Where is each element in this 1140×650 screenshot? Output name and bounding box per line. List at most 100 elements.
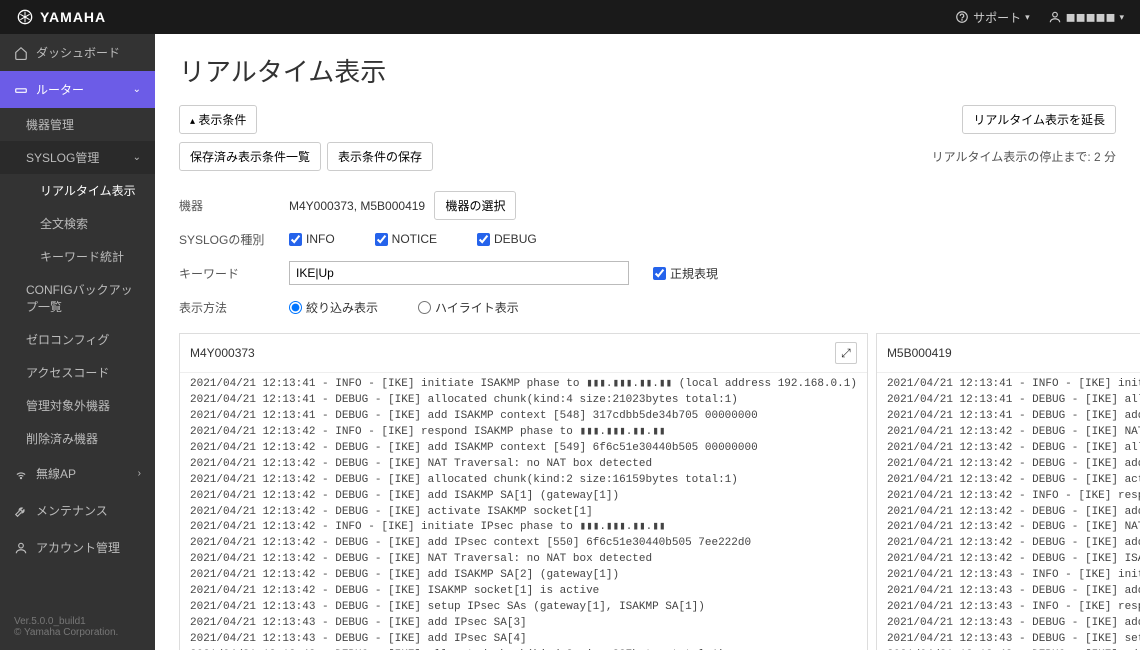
router-icon [14,83,28,97]
nav-wireless[interactable]: 無線AP › [0,455,155,492]
log-line: 2021/04/21 12:13:42 - DEBUG - [IKE] allo… [190,473,857,489]
log-line: 2021/04/21 12:13:42 - DEBUG - [IKE] ISAK… [887,552,1140,568]
log-body-left[interactable]: 2021/04/21 12:13:41 - INFO - [IKE] initi… [180,373,867,650]
support-menu[interactable]: サポート ▾ [955,9,1030,26]
log-line: 2021/04/21 12:13:41 - DEBUG - [IKE] add … [190,409,857,425]
nav-device-mgmt[interactable]: 機器管理 [0,108,155,141]
log-line: 2021/04/21 12:13:41 - DEBUG - [IKE] allo… [887,393,1140,409]
display-highlight-radio[interactable]: ハイライト表示 [418,299,519,316]
expand-icon: ⤢ [841,346,851,361]
copyright-text: © Yamaha Corporation. [14,627,141,638]
log-line: 2021/04/21 12:13:41 - DEBUG - [IKE] allo… [190,393,857,409]
log-line: 2021/04/21 12:13:42 - INFO - [IKE] respo… [190,425,857,441]
chevron-right-icon: › [138,468,141,479]
wrench-icon [14,504,28,518]
username: ◼◼◼◼◼ [1066,10,1116,24]
user-icon [1048,10,1062,24]
home-icon [14,46,28,60]
save-conditions-button[interactable]: 表示条件の保存 [327,142,433,171]
sidebar: ダッシュボード ルーター ⌄ 機器管理 SYSLOG管理 ⌄ リアルタイム表示 … [0,34,155,650]
log-line: 2021/04/21 12:13:43 - DEBUG - [IKE] setu… [190,600,857,616]
saved-conditions-button[interactable]: 保存済み表示条件一覧 [179,142,321,171]
log-line: 2021/04/21 12:13:42 - DEBUG - [IKE] NAT … [190,457,857,473]
device-label: 機器 [179,197,289,214]
nav-maintenance-label: メンテナンス [36,502,108,519]
extend-realtime-button[interactable]: リアルタイム表示を延長 [962,105,1116,134]
log-panel-left: M4Y000373 ⤢ 2021/04/21 12:13:41 - INFO -… [179,333,868,650]
version-text: Ver.5.0.0_build1 [14,616,141,627]
chevron-down-icon: ⌄ [133,152,141,163]
keyword-input[interactable] [289,261,629,285]
nav-keyword-stat[interactable]: キーワード統計 [0,240,155,273]
log-line: 2021/04/21 12:13:43 - DEBUG - [IKE] add … [190,632,857,648]
wifi-icon [14,467,28,481]
log-line: 2021/04/21 12:13:41 - DEBUG - [IKE] add … [887,409,1140,425]
support-label: サポート [973,9,1021,26]
regex-checkbox[interactable]: 正規表現 [653,265,718,282]
log-line: 2021/04/21 12:13:42 - DEBUG - [IKE] add … [190,536,857,552]
expand-panel-button[interactable]: ⤢ [835,342,857,364]
log-line: 2021/04/21 12:13:42 - INFO - [IKE] respo… [887,489,1140,505]
level-debug-checkbox[interactable]: DEBUG [477,232,537,246]
log-line: 2021/04/21 12:13:41 - INFO - [IKE] initi… [887,377,1140,393]
level-notice-checkbox[interactable]: NOTICE [375,232,437,246]
keyword-label: キーワード [179,265,289,282]
log-line: 2021/04/21 12:13:42 - DEBUG - [IKE] NAT … [190,552,857,568]
device-value: M4Y000373, M5B000419 [289,199,425,213]
brand: YAMAHA [16,9,106,25]
nav-syslog[interactable]: SYSLOG管理 ⌄ [0,141,155,174]
log-line: 2021/04/21 12:13:43 - DEBUG - [IKE] setu… [887,632,1140,648]
log-line: 2021/04/21 12:13:42 - DEBUG - [IKE] add … [190,441,857,457]
page-title: リアルタイム表示 [179,52,1116,89]
chevron-up-icon: ▴ [190,116,195,127]
log-line: 2021/04/21 12:13:42 - DEBUG - [IKE] add … [190,568,857,584]
log-line: 2021/04/21 12:13:42 - DEBUG - [IKE] add … [887,505,1140,521]
yamaha-logo-icon [16,9,34,25]
main-content: リアルタイム表示 ▴ 表示条件 リアルタイム表示を延長 保存済み表示条件一覧 表… [155,34,1140,650]
sidebar-footer: Ver.5.0.0_build1 © Yamaha Corporation. [0,604,155,650]
stop-countdown-text: リアルタイム表示の停止まで: 2 分 [932,148,1116,165]
nav-account-label: アカウント管理 [36,539,120,556]
log-line: 2021/04/21 12:13:42 - DEBUG - [IKE] acti… [190,505,857,521]
log-panel-right-title: M5B000419 [887,346,952,360]
syslog-level-label: SYSLOGの種別 [179,231,289,248]
log-line: 2021/04/21 12:13:43 - DEBUG - [IKE] add … [190,616,857,632]
nav-deleted[interactable]: 削除済み機器 [0,422,155,455]
log-line: 2021/04/21 12:13:42 - INFO - [IKE] initi… [190,520,857,536]
nav-excluded[interactable]: 管理対象外機器 [0,389,155,422]
log-line: 2021/04/21 12:13:43 - INFO - [IKE] initi… [887,568,1140,584]
toggle-conditions-button[interactable]: ▴ 表示条件 [179,105,257,134]
nav-realtime[interactable]: リアルタイム表示 [0,174,155,207]
nav-account[interactable]: アカウント管理 [0,529,155,566]
nav-maintenance[interactable]: メンテナンス [0,492,155,529]
log-body-right[interactable]: 2021/04/21 12:13:41 - INFO - [IKE] initi… [877,373,1140,650]
topbar: YAMAHA サポート ▾ ◼◼◼◼◼ ▾ [0,0,1140,34]
nav-config-backup[interactable]: CONFIGバックアップ一覧 [0,273,155,323]
chevron-down-icon: ▾ [1119,12,1124,23]
nav-router-label: ルーター [36,81,84,98]
display-filter-radio[interactable]: 絞り込み表示 [289,299,378,316]
log-line: 2021/04/21 12:13:42 - DEBUG - [IKE] ISAK… [190,584,857,600]
user-icon [14,541,28,555]
log-line: 2021/04/21 12:13:43 - INFO - [IKE] respo… [887,600,1140,616]
select-device-button[interactable]: 機器の選択 [434,191,516,220]
brand-text: YAMAHA [40,9,106,25]
log-line: 2021/04/21 12:13:42 - DEBUG - [IKE] add … [190,489,857,505]
help-icon [955,10,969,24]
toggle-conditions-label: 表示条件 [198,113,246,127]
user-menu[interactable]: ◼◼◼◼◼ ▾ [1048,10,1124,24]
nav-accesscode[interactable]: アクセスコード [0,356,155,389]
chevron-down-icon: ⌄ [133,84,141,95]
nav-router[interactable]: ルーター ⌄ [0,71,155,108]
nav-zeroconfig[interactable]: ゼロコンフィグ [0,323,155,356]
nav-dashboard-label: ダッシュボード [36,44,120,61]
level-info-checkbox[interactable]: INFO [289,232,335,246]
log-line: 2021/04/21 12:13:42 - DEBUG - [IKE] acti… [887,473,1140,489]
nav-fulltext[interactable]: 全文検索 [0,207,155,240]
log-line: 2021/04/21 12:13:42 - DEBUG - [IKE] add … [887,457,1140,473]
nav-syslog-label: SYSLOG管理 [26,149,99,166]
log-line: 2021/04/21 12:13:42 - DEBUG - [IKE] add … [887,536,1140,552]
log-line: 2021/04/21 12:13:42 - DEBUG - [IKE] allo… [887,441,1140,457]
log-line: 2021/04/21 12:13:43 - DEBUG - [IKE] add … [887,616,1140,632]
nav-dashboard[interactable]: ダッシュボード [0,34,155,71]
